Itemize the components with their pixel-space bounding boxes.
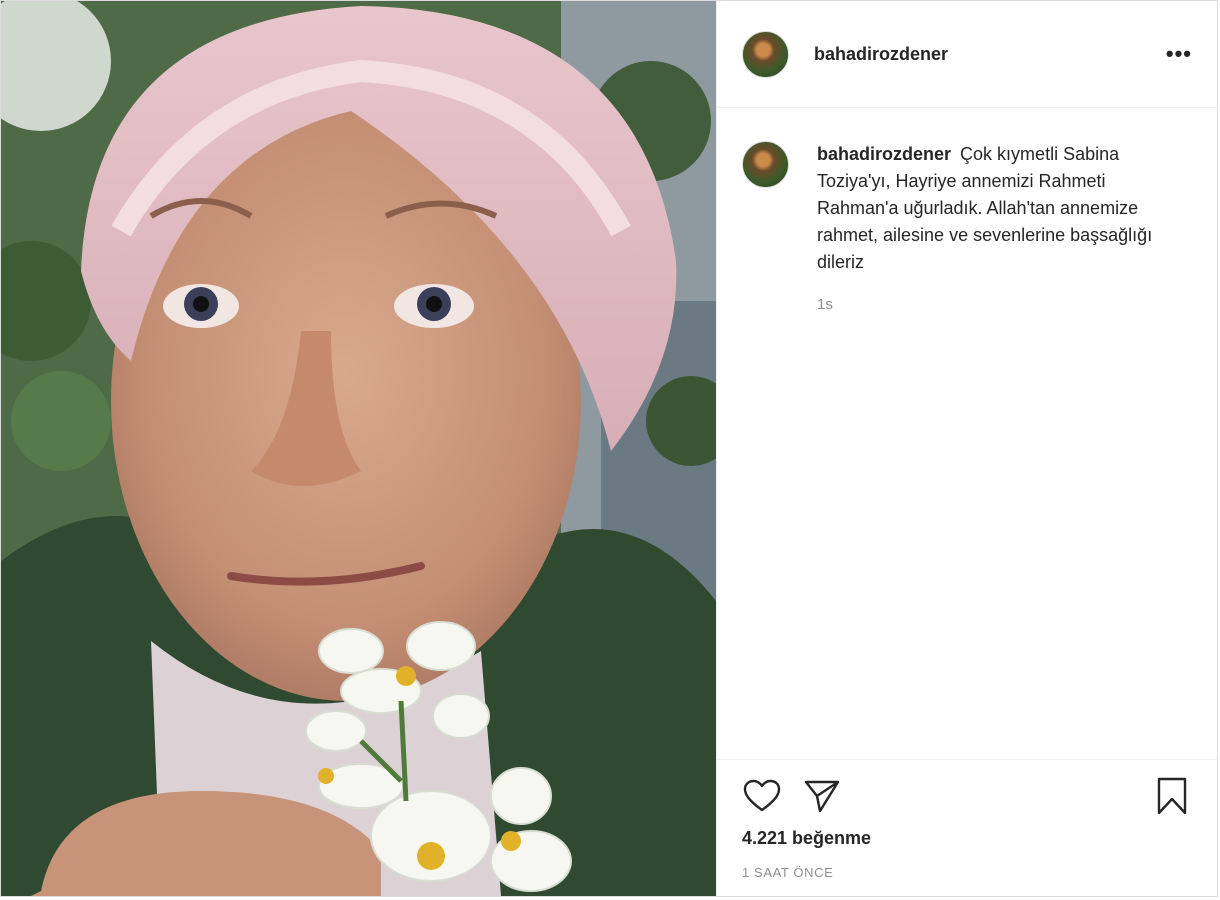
instagram-post: bahadirozdener ••• bahadirozdener Çok kı… xyxy=(0,0,1218,897)
header-username[interactable]: bahadirozdener xyxy=(814,44,948,65)
caption: bahadirozdener Çok kıymetli Sabina Toziy… xyxy=(742,141,1192,313)
comments-area: bahadirozdener Çok kıymetli Sabina Toziy… xyxy=(717,108,1217,759)
post-photo[interactable] xyxy=(1,1,716,896)
action-bar xyxy=(742,776,1192,816)
likes-count[interactable]: 4.221 beğenme xyxy=(742,828,1192,849)
portrait-photo xyxy=(1,1,716,896)
post-header: bahadirozdener ••• xyxy=(717,1,1217,108)
post-timestamp[interactable]: 1 SAAT ÖNCE xyxy=(742,865,1192,880)
bookmark-icon[interactable] xyxy=(1152,776,1192,816)
caption-text-block: bahadirozdener Çok kıymetli Sabina Toziy… xyxy=(817,141,1162,276)
heart-outline-icon[interactable] xyxy=(742,776,782,816)
avatar[interactable] xyxy=(742,30,789,78)
ellipsis-icon[interactable]: ••• xyxy=(1166,41,1192,67)
caption-username[interactable]: bahadirozdener xyxy=(817,144,951,164)
paper-plane-icon[interactable] xyxy=(802,776,842,816)
caption-avatar[interactable] xyxy=(742,141,789,188)
caption-time[interactable]: 1s xyxy=(817,296,1162,313)
actions-section: 4.221 beğenme 1 SAAT ÖNCE xyxy=(717,759,1217,896)
caption-body: bahadirozdener Çok kıymetli Sabina Toziy… xyxy=(817,141,1162,313)
post-side-panel: bahadirozdener ••• bahadirozdener Çok kı… xyxy=(716,1,1217,896)
